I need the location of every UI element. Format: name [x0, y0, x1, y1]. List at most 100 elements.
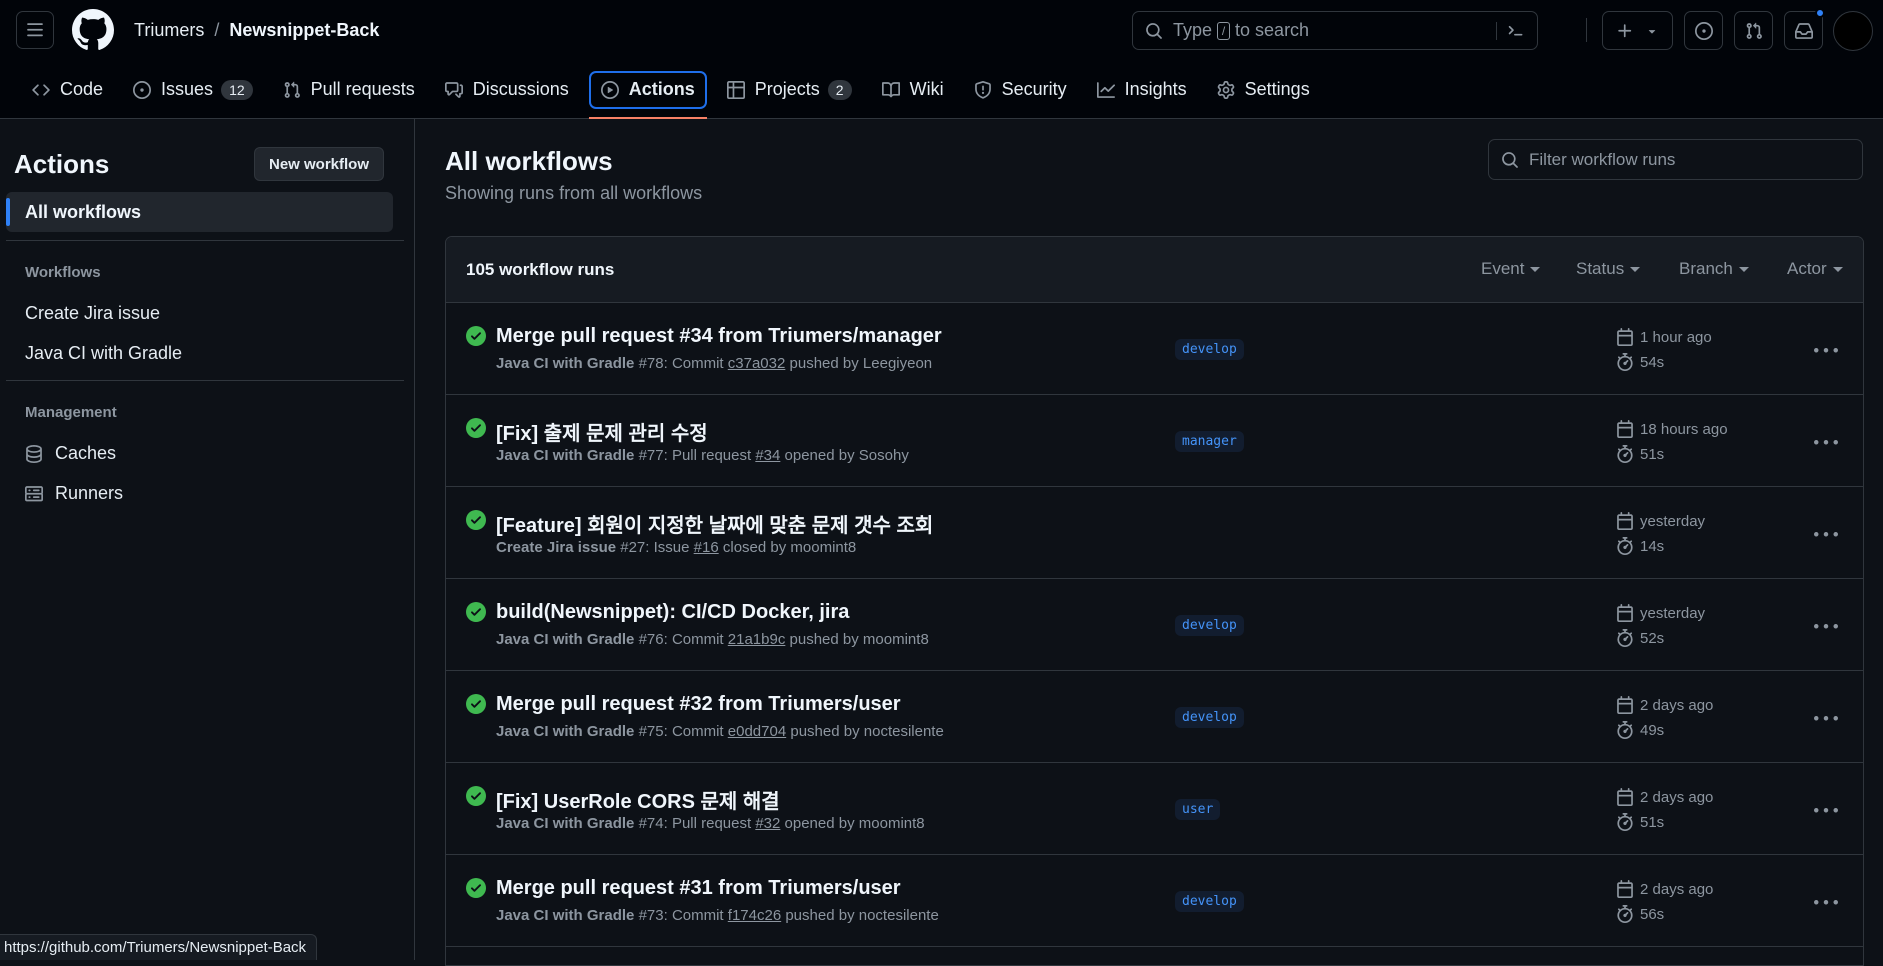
check-circle-fill-icon: [466, 602, 486, 622]
event-filter-label: Event: [1481, 259, 1525, 278]
actor-filter-dropdown[interactable]: Actor: [1787, 259, 1843, 279]
kebab-horizontal-icon[interactable]: [1814, 431, 1838, 455]
branch-badge[interactable]: develop: [1175, 615, 1244, 636]
sidebar-item-java-ci-with-gradle[interactable]: Java CI with Gradle: [25, 343, 182, 364]
run-ref-link[interactable]: #16: [694, 539, 719, 556]
menu-button[interactable]: [16, 11, 54, 49]
run-action: pushed by: [789, 631, 859, 648]
kebab-horizontal-icon[interactable]: [1814, 339, 1838, 363]
table-row: [Fix] 출제 문제 관리 수정 Java CI with Gradle #77…: [446, 395, 1863, 487]
terminal-icon: [1508, 25, 1523, 35]
create-new-button[interactable]: [1602, 11, 1673, 50]
tab-label: Insights: [1124, 79, 1187, 99]
play-icon: [600, 80, 619, 99]
stopwatch-icon: [1617, 721, 1633, 739]
tab-label: Discussions: [472, 79, 569, 99]
branch-badge[interactable]: develop: [1175, 339, 1244, 360]
sidebar-item-runners[interactable]: Runners: [25, 483, 123, 504]
issues-shortcut-button[interactable]: [1684, 11, 1723, 50]
tab-issues[interactable]: Issues 12: [123, 71, 263, 109]
run-timestamp: 2 days ago: [1616, 880, 1713, 898]
run-duration: 56s: [1616, 905, 1664, 923]
event-filter-dropdown[interactable]: Event: [1481, 259, 1541, 279]
run-title-link[interactable]: [Fix] 출제 문제 관리 수정: [496, 417, 708, 446]
tab-security[interactable]: Security: [964, 71, 1077, 109]
run-title-link[interactable]: Merge pull request #34 from Triumers/man…: [496, 325, 942, 348]
status-filter-dropdown[interactable]: Status: [1576, 259, 1641, 279]
command-palette-button[interactable]: [1496, 21, 1525, 40]
run-workflow-name: Java CI with Gradle: [496, 723, 635, 740]
run-title-link[interactable]: [Feature] 회원이 지정한 날짜에 맞춘 문제 갯수 조회: [496, 509, 933, 538]
branch-badge[interactable]: develop: [1175, 891, 1244, 912]
branch-badge[interactable]: develop: [1175, 707, 1244, 728]
global-header: Triumers / Newsnippet-Back Type / to sea…: [0, 0, 1883, 119]
kebab-horizontal-icon[interactable]: [1814, 707, 1838, 731]
run-actor: Sosohy: [858, 447, 909, 464]
run-ref-link[interactable]: e0dd704: [728, 723, 786, 740]
run-title-link[interactable]: Merge pull request #31 from Triumers/use…: [496, 877, 901, 900]
chevron-down-icon: [1738, 266, 1749, 272]
avatar[interactable]: [1833, 11, 1873, 51]
runs-rows: Merge pull request #34 from Triumers/man…: [446, 303, 1863, 947]
run-ref-link[interactable]: 21a1b9c: [728, 631, 786, 648]
calendar-icon: [1617, 512, 1633, 530]
tab-wiki[interactable]: Wiki: [872, 71, 954, 109]
run-duration: 51s: [1616, 445, 1664, 463]
kebab-horizontal-icon[interactable]: [1814, 523, 1838, 547]
sidebar-item-all-workflows[interactable]: All workflows: [6, 192, 393, 232]
run-duration: 52s: [1616, 629, 1664, 647]
run-ref-link[interactable]: #34: [755, 447, 780, 464]
triangle-down-icon: [1648, 29, 1655, 34]
kebab-horizontal-icon[interactable]: [1814, 891, 1838, 915]
run-timestamp: yesterday: [1616, 604, 1705, 622]
branch-badge[interactable]: user: [1175, 799, 1221, 820]
tab-code[interactable]: Code: [22, 71, 113, 109]
branch-badge[interactable]: manager: [1175, 431, 1244, 452]
tab-label: Projects: [754, 79, 820, 99]
chevron-down-icon: [1530, 266, 1541, 272]
tab-discussions[interactable]: Discussions: [435, 71, 579, 109]
run-kind: Pull request: [671, 815, 752, 832]
run-duration-label: 14s: [1640, 537, 1665, 555]
run-ref-link[interactable]: #32: [755, 815, 780, 832]
run-duration-label: 56s: [1640, 905, 1665, 923]
table-row: Merge pull request #31 from Triumers/use…: [446, 855, 1863, 947]
sidebar-item-create-jira-issue[interactable]: Create Jira issue: [25, 303, 160, 324]
run-action: pushed by: [789, 355, 859, 372]
run-title-link[interactable]: build(Newsnippet): CI/CD Docker, jira: [496, 601, 849, 624]
pull-requests-shortcut-button[interactable]: [1734, 11, 1773, 50]
run-ref-link[interactable]: f174c26: [728, 907, 781, 924]
run-ref-link[interactable]: c37a032: [728, 355, 786, 372]
run-actor: noctesilente: [863, 723, 944, 740]
search-input[interactable]: Type / to search: [1132, 11, 1538, 50]
filter-placeholder: Filter workflow runs: [1529, 149, 1676, 169]
new-workflow-button[interactable]: New workflow: [254, 147, 384, 181]
tab-projects[interactable]: Projects 2: [717, 71, 862, 109]
tab-insights[interactable]: Insights: [1087, 71, 1197, 109]
sidebar-item-caches[interactable]: Caches: [25, 443, 116, 464]
breadcrumb-owner[interactable]: Triumers: [134, 20, 204, 41]
breadcrumb-repo[interactable]: Newsnippet-Back: [229, 20, 379, 41]
tab-label: Wiki: [909, 79, 944, 99]
tab-pull-requests[interactable]: Pull requests: [273, 71, 425, 109]
run-number: #78: [638, 355, 664, 372]
stopwatch-icon: [1617, 629, 1633, 647]
stopwatch-icon: [1617, 813, 1633, 831]
link-preview-statusbar: https://github.com/Triumers/Newsnippet-B…: [0, 934, 318, 960]
branch-filter-dropdown[interactable]: Branch: [1679, 259, 1749, 279]
run-title-link[interactable]: Merge pull request #32 from Triumers/use…: [496, 693, 901, 716]
github-logo-icon[interactable]: [72, 9, 114, 51]
kebab-horizontal-icon[interactable]: [1814, 799, 1838, 823]
plus-icon: [1618, 23, 1632, 37]
search-shortcut-key: /: [1217, 21, 1231, 40]
run-action: opened by: [784, 447, 855, 464]
filter-workflow-runs-input[interactable]: Filter workflow runs: [1488, 139, 1863, 180]
calendar-icon: [1617, 328, 1633, 346]
tab-actions[interactable]: Actions: [588, 70, 707, 119]
status-filter-label: Status: [1576, 259, 1625, 278]
tab-settings[interactable]: Settings: [1207, 71, 1320, 109]
run-title-link[interactable]: [Fix] UserRole CORS 문제 해결: [496, 785, 780, 814]
kebab-horizontal-icon[interactable]: [1814, 615, 1838, 639]
check-circle-fill-icon: [466, 694, 486, 714]
page-title: All workflows: [445, 146, 613, 176]
